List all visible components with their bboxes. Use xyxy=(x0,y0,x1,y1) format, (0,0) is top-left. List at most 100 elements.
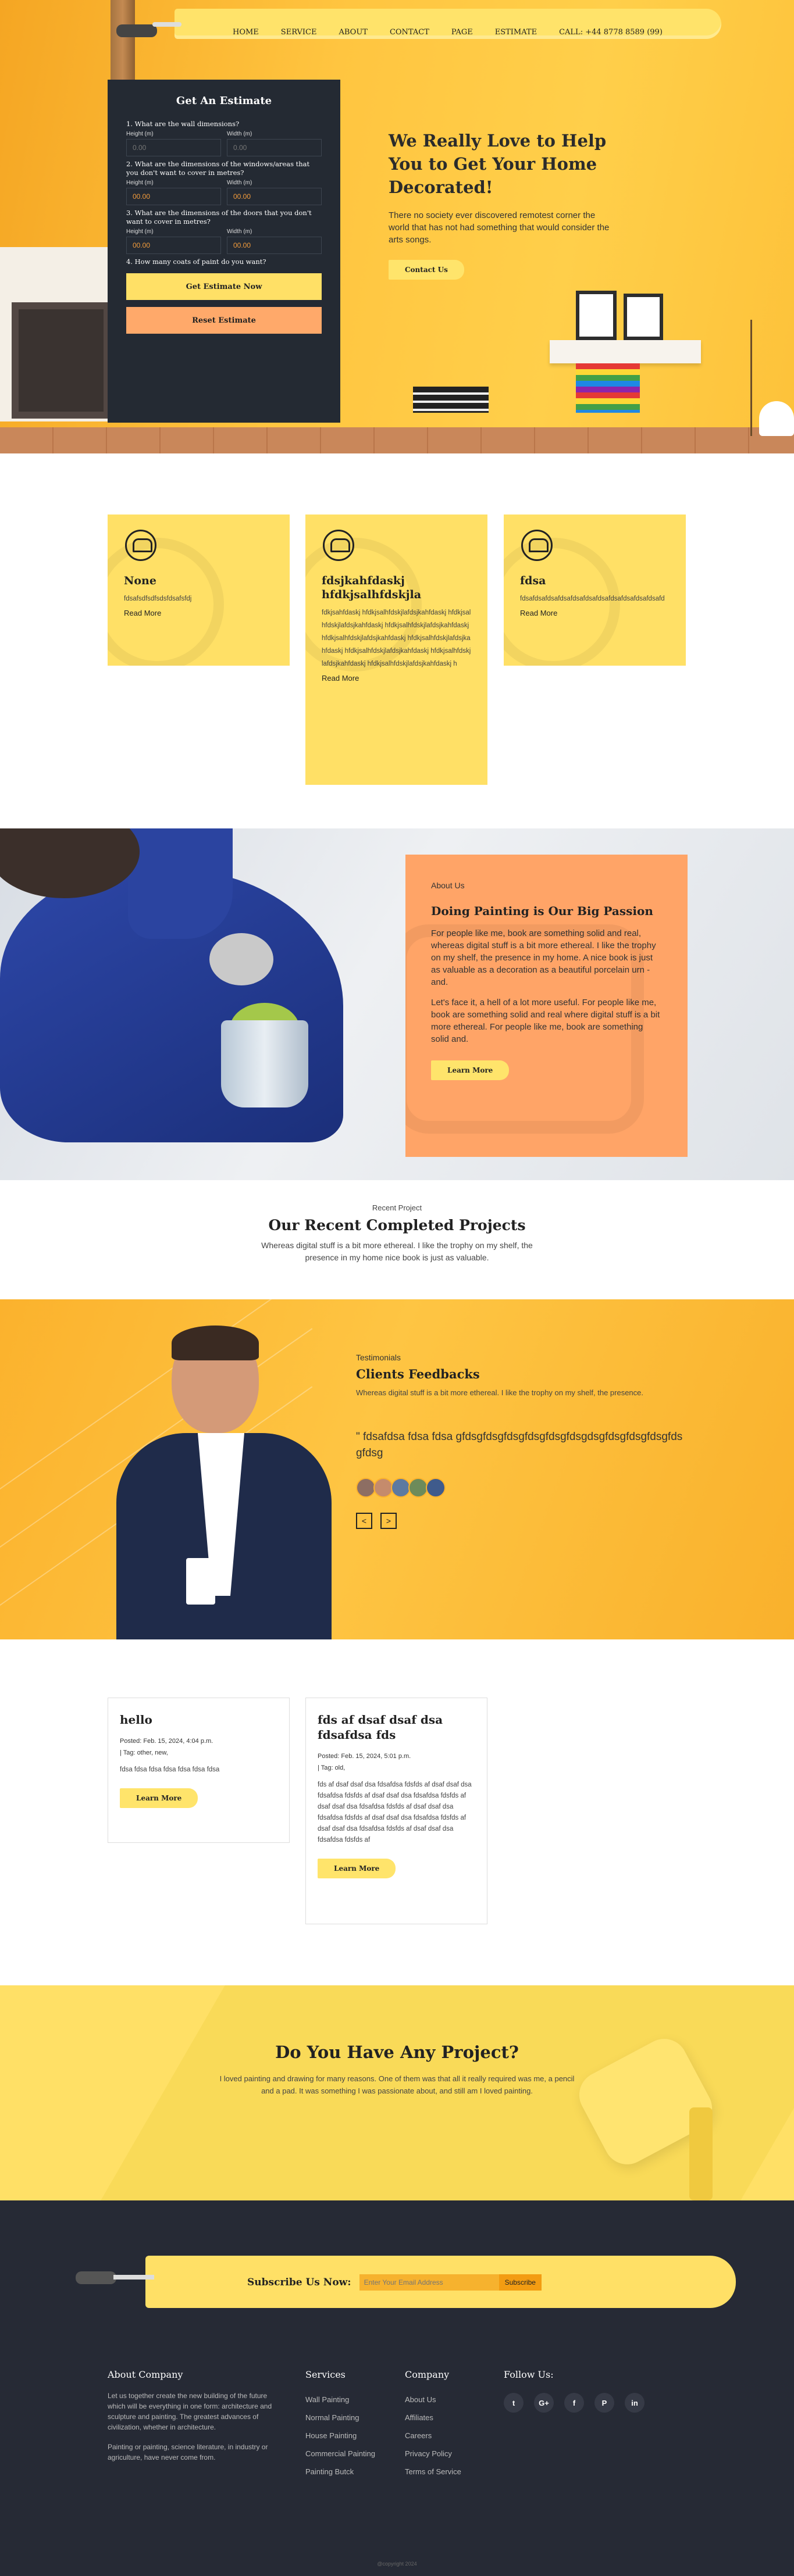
question-4: 4. How many coats of paint do you want? xyxy=(126,258,266,266)
about-learn-more-button[interactable]: Learn More xyxy=(431,1060,510,1080)
post-learn-more-button[interactable]: Learn More xyxy=(120,1788,198,1808)
copyright: @copyright 2024 xyxy=(377,2561,417,2567)
reset-estimate-button[interactable]: Reset Estimate xyxy=(126,307,322,334)
hero-text: We Really Love to Help You to Get Your H… xyxy=(389,129,633,280)
post-excerpt: fdsa fdsa fdsa fdsa fdsa fdsa fdsa xyxy=(120,1766,220,1773)
nav-home[interactable]: HOME xyxy=(233,28,259,37)
about-title: Doing Painting is Our Big Passion xyxy=(431,904,653,918)
twitter-icon[interactable]: t xyxy=(504,2393,524,2413)
client-photo xyxy=(116,1325,332,1639)
nav-service[interactable]: SERVICE xyxy=(281,28,317,37)
testimonial-content: Testimonials Clients Feedbacks Whereas d… xyxy=(356,1353,688,1529)
pinterest-icon[interactable]: P xyxy=(594,2393,614,2413)
get-estimate-button[interactable]: Get Estimate Now xyxy=(126,273,322,300)
post-title: fds af dsaf dsaf dsa fdsafdsa fds xyxy=(318,1713,443,1742)
blog-post-card: hello Posted: Feb. 15, 2024, 4:04 p.m. |… xyxy=(108,1698,290,1843)
post-learn-more-button[interactable]: Learn More xyxy=(318,1859,396,1878)
facebook-icon[interactable]: f xyxy=(564,2393,584,2413)
about-tag: About Us xyxy=(431,881,465,890)
paint-bucket-icon xyxy=(323,530,354,561)
roller-arm xyxy=(113,2275,154,2280)
main-nav: HOME SERVICE ABOUT CONTACT PAGE ESTIMATE… xyxy=(233,28,685,37)
blog-post-card: fds af dsaf dsaf dsa fdsafdsa fds Posted… xyxy=(305,1698,487,1924)
footer-link[interactable]: Painting Butck xyxy=(305,2463,375,2481)
wall-width-input[interactable] xyxy=(227,139,322,156)
subscribe-form: Subscribe Us Now: Subscribe xyxy=(247,2274,542,2291)
footer-link[interactable]: Privacy Policy xyxy=(405,2445,461,2463)
nav-estimate[interactable]: ESTIMATE xyxy=(495,28,537,37)
nav-contact[interactable]: CONTACT xyxy=(390,28,429,37)
post-tags: | Tag: other, new, xyxy=(120,1749,168,1756)
post-title: hello xyxy=(120,1713,152,1727)
roller-handle xyxy=(689,2107,713,2200)
social-links: t G+ f P in xyxy=(504,2393,645,2413)
footer-link[interactable]: Terms of Service xyxy=(405,2463,461,2481)
contact-us-button[interactable]: Contact Us xyxy=(389,260,464,280)
cta-title: Do You Have Any Project? xyxy=(275,2042,519,2062)
paint-roller-icon xyxy=(76,2271,116,2284)
footer-link[interactable]: Wall Painting xyxy=(305,2391,375,2409)
client-avatar[interactable] xyxy=(356,1478,376,1498)
estimate-title: Get An Estimate xyxy=(176,95,272,107)
footer-link[interactable]: Normal Painting xyxy=(305,2409,375,2427)
footer-link[interactable]: Commercial Painting xyxy=(305,2445,375,2463)
height-label: Height (m) xyxy=(126,180,154,186)
email-input[interactable] xyxy=(359,2274,499,2291)
footer-link[interactable]: About Us xyxy=(405,2391,461,2409)
projects-title: Our Recent Completed Projects xyxy=(268,1217,526,1234)
window-width-input[interactable] xyxy=(227,188,322,205)
question-1: 1. What are the wall dimensions? xyxy=(126,120,240,128)
paint-roller-icon xyxy=(116,24,157,37)
question-2: 2. What are the dimensions of the window… xyxy=(126,160,310,177)
about-box: About Us Doing Painting is Our Big Passi… xyxy=(405,855,688,1157)
testimonial-quote: " fdsafdsa fdsa fdsa gfdsgfdsgfdsgfdsgfd… xyxy=(356,1431,683,1459)
width-label: Width (m) xyxy=(227,180,252,186)
footer-about: About Company Let us together create the… xyxy=(108,2369,273,2472)
footer-about-title: About Company xyxy=(108,2369,183,2380)
testimonials-section: Testimonials Clients Feedbacks Whereas d… xyxy=(0,1299,794,1639)
cta-text: I loved painting and drawing for many re… xyxy=(219,2074,575,2095)
paint-bucket xyxy=(221,1020,308,1107)
footer: Subscribe Us Now: Subscribe About Compan… xyxy=(0,2200,794,2576)
client-avatar[interactable] xyxy=(426,1478,446,1498)
height-label: Height (m) xyxy=(126,131,154,137)
wall-height-input[interactable] xyxy=(126,139,221,156)
width-label: Width (m) xyxy=(227,131,252,137)
client-avatar[interactable] xyxy=(391,1478,411,1498)
hero-section: HOME SERVICE ABOUT CONTACT PAGE ESTIMATE… xyxy=(0,0,794,453)
footer-link[interactable]: House Painting xyxy=(305,2427,375,2445)
nav-page[interactable]: PAGE xyxy=(451,28,473,37)
floor-illustration xyxy=(0,427,794,453)
hero-title: We Really Love to Help You to Get Your H… xyxy=(389,131,607,197)
footer-link[interactable]: Careers xyxy=(405,2427,461,2445)
hero-description: There no society ever discovered remotes… xyxy=(389,210,610,245)
footer-services-title: Services xyxy=(305,2369,346,2380)
nav-call[interactable]: CALL: +44 8778 8589 (99) xyxy=(559,28,663,37)
service-card: fdsjkahfdaskj hfdkjsalhfdskjla fdkjsahfd… xyxy=(305,515,487,785)
subscribe-button[interactable]: Subscribe xyxy=(499,2274,542,2291)
client-hair xyxy=(172,1325,259,1360)
nav-about[interactable]: ABOUT xyxy=(339,28,367,37)
post-excerpt: fds af dsaf dsaf dsa fdsafdsa fdsfds af … xyxy=(318,1781,472,1843)
client-avatar[interactable] xyxy=(373,1478,393,1498)
painter-arm xyxy=(128,828,233,939)
footer-link[interactable]: Affiliates xyxy=(405,2409,461,2427)
picture-frame xyxy=(624,294,663,340)
client-avatar[interactable] xyxy=(408,1478,428,1498)
read-more-link[interactable]: Read More xyxy=(322,674,471,683)
projects-section: Recent Project Our Recent Completed Proj… xyxy=(0,1203,794,1264)
prev-arrow-icon[interactable]: < xyxy=(356,1513,372,1529)
card-pattern xyxy=(108,538,224,666)
footer-about-text: Painting or painting, science literature… xyxy=(108,2443,268,2461)
door-width-input[interactable] xyxy=(227,237,322,254)
testimonials-subtitle: Whereas digital stuff is a bit more ethe… xyxy=(356,1388,644,1397)
subscribe-label: Subscribe Us Now: xyxy=(247,2277,351,2288)
linkedin-icon[interactable]: in xyxy=(625,2393,645,2413)
service-card: fdsa fdsafdsafdsafdsafdsafdsafdsafdsafds… xyxy=(504,515,686,666)
google-plus-icon[interactable]: G+ xyxy=(534,2393,554,2413)
slider-arrows: < > xyxy=(356,1513,688,1529)
window-height-input[interactable] xyxy=(126,188,221,205)
next-arrow-icon[interactable]: > xyxy=(380,1513,397,1529)
door-height-input[interactable] xyxy=(126,237,221,254)
post-date: Posted: Feb. 15, 2024, 4:04 p.m. xyxy=(120,1738,213,1745)
